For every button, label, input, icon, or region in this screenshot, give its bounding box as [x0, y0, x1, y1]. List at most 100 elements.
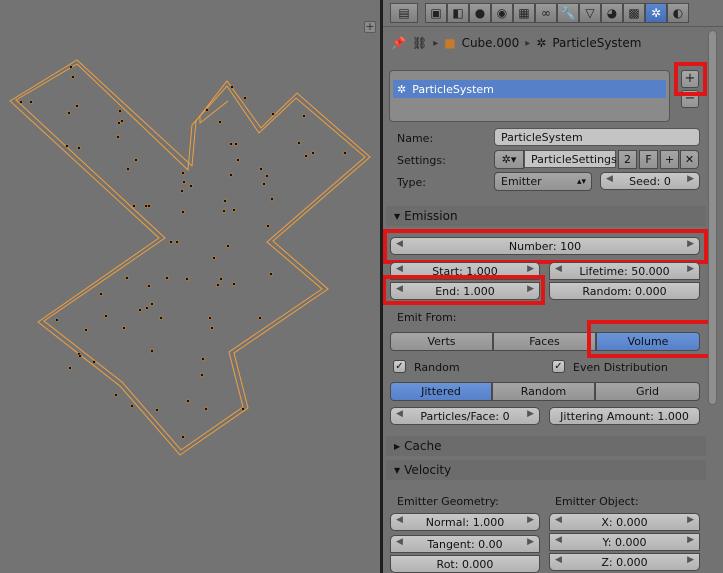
add-slot-button[interactable]: +: [681, 70, 699, 88]
random-checkbox[interactable]: ✓: [393, 360, 406, 373]
users-count[interactable]: 2: [618, 150, 637, 169]
emit-from-volume[interactable]: Volume: [596, 332, 700, 351]
decrement-icon[interactable]: ◀: [396, 409, 403, 419]
increment-icon[interactable]: ▶: [687, 174, 694, 184]
particle-dot: [259, 167, 263, 171]
lifetime-field[interactable]: ◀ Lifetime: 50.000 ▶: [549, 262, 700, 280]
decrement-icon[interactable]: ◀: [555, 264, 562, 274]
particle-dot: [216, 283, 220, 287]
add-region-icon[interactable]: +: [364, 21, 376, 33]
data-icon[interactable]: ▽: [579, 3, 601, 23]
material-icon[interactable]: ◕: [601, 3, 623, 23]
modifiers-icon[interactable]: 🔧: [557, 3, 579, 23]
emit-from-faces[interactable]: Faces: [493, 332, 596, 351]
particle-dot: [201, 357, 205, 361]
normal-field[interactable]: ◀ Normal: 1.000 ▶: [390, 513, 540, 531]
emission-panel-header[interactable]: ▼ Emission: [386, 206, 706, 226]
particle-dot: [92, 360, 96, 364]
jittering-amount-field[interactable]: Jittering Amount: 1.000: [549, 407, 700, 425]
type-dropdown[interactable]: Emitter ▴▾: [494, 172, 592, 191]
normal-value: Normal: 1.000: [425, 515, 505, 529]
increment-icon[interactable]: ▶: [687, 239, 694, 249]
decrement-icon[interactable]: ◀: [555, 535, 562, 545]
unlink-icon[interactable]: ✕: [680, 150, 699, 169]
x-field[interactable]: ◀ X: 0.000 ▶: [549, 513, 700, 531]
even-distribution-checkbox[interactable]: ✓: [552, 360, 565, 373]
increment-icon[interactable]: ▶: [687, 535, 694, 545]
increment-icon[interactable]: ▶: [527, 515, 534, 525]
distribution-jittered[interactable]: Jittered: [390, 382, 492, 401]
scene-icon[interactable]: ●: [469, 3, 491, 23]
list-item[interactable]: ✲ ParticleSystem: [393, 80, 666, 98]
name-field[interactable]: ParticleSystem: [494, 128, 700, 146]
particles-icon[interactable]: ✲: [645, 3, 667, 23]
layers-icon[interactable]: ◧: [447, 3, 469, 23]
particle-dot: [271, 112, 275, 116]
new-settings-icon[interactable]: +: [660, 150, 679, 169]
rot-field[interactable]: Rot: 0.000: [390, 555, 540, 573]
distribution-random[interactable]: Random: [492, 382, 595, 401]
y-field[interactable]: ◀ Y: 0.000 ▶: [549, 533, 700, 551]
particle-dot: [230, 85, 234, 89]
link-icon: ⛓: [411, 36, 428, 50]
velocity-panel-header[interactable]: ▼ Velocity: [386, 460, 706, 480]
world-icon[interactable]: ◉: [491, 3, 513, 23]
seed-field[interactable]: ◀ Seed: 0 ▶: [600, 172, 700, 190]
texture-icon[interactable]: ▩: [623, 3, 645, 23]
increment-icon[interactable]: ▶: [687, 555, 694, 565]
decrement-icon[interactable]: ◀: [555, 515, 562, 525]
decrement-icon[interactable]: ◀: [396, 284, 403, 294]
particle-dot: [180, 189, 184, 193]
decrement-icon[interactable]: ◀: [606, 174, 613, 184]
settings-field[interactable]: ParticleSettings: [524, 150, 617, 168]
end-field[interactable]: ◀ End: 1.000 ▶: [390, 282, 540, 300]
particle-dot: [311, 151, 315, 155]
increment-icon[interactable]: ▶: [527, 537, 534, 547]
tangent-field[interactable]: ◀ Tangent: 0.00 ▶: [390, 535, 540, 553]
particle-system-list[interactable]: ✲ ParticleSystem: [389, 70, 670, 122]
view-icon[interactable]: ▤: [390, 3, 418, 23]
lifetime-random-field[interactable]: Random: 0.000: [549, 282, 700, 300]
particle-dot: [71, 75, 75, 79]
pin-icon[interactable]: 📌: [391, 36, 406, 50]
start-field[interactable]: ◀ Start: 1.000 ▶: [390, 262, 540, 280]
random-checkbox-label: Random: [414, 361, 460, 374]
particle-dot: [234, 142, 238, 146]
increment-icon[interactable]: ▶: [527, 264, 534, 274]
particles-face-field[interactable]: ◀ Particles/Face: 0 ▶: [390, 407, 540, 425]
particle-dot: [270, 197, 274, 201]
decrement-icon[interactable]: ◀: [396, 264, 403, 274]
increment-icon[interactable]: ▶: [687, 264, 694, 274]
particle-dot: [297, 141, 301, 145]
settings-browse-icon[interactable]: ✲▾: [494, 150, 524, 169]
particle-dot: [145, 306, 149, 310]
particle-dot: [55, 318, 59, 322]
z-field[interactable]: ◀ Z: 0.000 ▶: [549, 553, 700, 571]
particle-dot: [266, 224, 270, 228]
decrement-icon[interactable]: ◀: [396, 537, 403, 547]
fake-user-button[interactable]: F: [639, 150, 658, 169]
increment-icon[interactable]: ▶: [687, 515, 694, 525]
cache-panel-header[interactable]: ▶ Cache: [386, 436, 706, 456]
decrement-icon[interactable]: ◀: [396, 515, 403, 525]
remove-slot-button[interactable]: −: [681, 90, 699, 108]
particle-dot: [117, 121, 121, 125]
distribution-grid[interactable]: Grid: [595, 382, 700, 401]
increment-icon[interactable]: ▶: [527, 409, 534, 419]
physics-icon[interactable]: ◐: [667, 3, 689, 23]
3d-viewport[interactable]: +: [0, 0, 380, 573]
tangent-value: Tangent: 0.00: [427, 537, 503, 551]
particle-dot: [69, 65, 73, 69]
constraints-icon[interactable]: ∞: [535, 3, 557, 23]
particle-dot: [67, 111, 71, 115]
particles-face-value: Particles/Face: 0: [420, 409, 510, 423]
particle-dot: [126, 167, 130, 171]
increment-icon[interactable]: ▶: [527, 284, 534, 294]
number-field[interactable]: ◀ Number: 100 ▶: [390, 237, 700, 255]
scrollbar[interactable]: [708, 30, 717, 405]
decrement-icon[interactable]: ◀: [555, 555, 562, 565]
emit-from-verts[interactable]: Verts: [390, 332, 493, 351]
object-icon[interactable]: ▦: [513, 3, 535, 23]
decrement-icon[interactable]: ◀: [396, 239, 403, 249]
render-icon[interactable]: ▣: [425, 3, 447, 23]
